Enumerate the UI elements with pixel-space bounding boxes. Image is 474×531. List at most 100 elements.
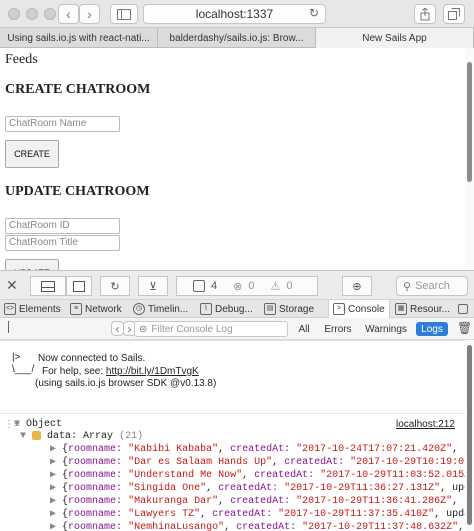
error-count: 0 (248, 280, 255, 292)
dock-button[interactable] (30, 276, 66, 296)
tab-console[interactable]: > Console (328, 300, 390, 318)
warning-icon: ⚠ (270, 280, 281, 293)
tab-storage[interactable]: ▤ Storage (264, 300, 314, 318)
array-item-row[interactable]: ▶ {roomname: "Singida One", createdAt: "… (50, 482, 474, 494)
network-icon: ≡ (70, 303, 82, 315)
sidebar-icon (117, 8, 131, 20)
tab-resources[interactable]: ▦ Resour... (395, 300, 450, 318)
create-chatroom-heading: CREATE CHATROOM (5, 82, 151, 97)
filter-logs[interactable]: Logs (416, 322, 448, 336)
disclosure-triangle-icon: ▶ (50, 496, 57, 507)
key-roomname: roomname: (68, 470, 123, 481)
share-button[interactable] (414, 4, 436, 24)
property-icon (32, 431, 42, 440)
sidebar-button[interactable] (110, 4, 138, 24)
page-title: Feeds (5, 52, 38, 67)
tab-label: Using sails.io.js with react-nati... (7, 32, 150, 44)
filter-icon: ⊜ (139, 323, 148, 335)
object-entry[interactable]: ▼ Object (14, 419, 62, 430)
console-filter-bar: ‹ › ⊜ Filter Console Log All Errors Warn… (0, 318, 474, 340)
console-output: |> \___/ Now connected to Sails. For hel… (0, 340, 474, 531)
browser-tab[interactable]: Using sails.io.js with react-nati... (0, 28, 158, 48)
browser-toolbar: ‹ › localhost:1337 ↻ (0, 0, 474, 28)
filter-errors[interactable]: Errors (322, 322, 354, 336)
array-item-row[interactable]: ▶ {roomname: "Understand Me Now", create… (50, 469, 474, 481)
tab-debugger[interactable]: ⌇ Debug... (200, 300, 253, 318)
crosshair-icon: ⊕ (352, 280, 362, 293)
createdat-value: "2017-10-29T11:37:35.410Z" (278, 509, 435, 520)
error-icon: ⊗ (233, 280, 243, 293)
address-bar[interactable]: localhost:1337 ↻ (143, 4, 326, 24)
source-link[interactable]: localhost:212 (396, 419, 455, 430)
search-input[interactable]: ⚲ Search (396, 276, 468, 296)
resources-icon: ▦ (395, 303, 407, 315)
filter-warnings[interactable]: Warnings (364, 322, 408, 336)
tab-label: Resour... (410, 303, 451, 315)
roomname-value: "Dar es Salaam Hands Up" (128, 457, 273, 468)
download-icon: ⊻ (148, 280, 158, 293)
chevron-right-icon: › (87, 6, 92, 22)
array-item-row[interactable]: ▶ {roomname: "Kabibi Kababa", createdAt:… (50, 443, 474, 455)
chatroom-id-input[interactable]: ChatRoom ID (5, 218, 120, 234)
roomname-value: "Lawyers TZ" (128, 509, 201, 520)
console-scrollbar-thumb[interactable] (467, 345, 472, 525)
close-window-button[interactable] (8, 8, 20, 20)
forward-button[interactable]: › (79, 4, 100, 24)
array-item-row[interactable]: ▶ {roomname: "Makuranga Dar", createdAt:… (50, 495, 474, 507)
key-createdat: createdAt: (230, 496, 291, 507)
activity-viewer[interactable]: 4 ⊗ 0 ⚠ 0 (176, 276, 318, 296)
create-button[interactable]: CREATE (5, 140, 59, 168)
disclosure-triangle-icon: ▶ (50, 509, 57, 520)
createdat-value: "2017-10-29T11:03:52.015Z" (320, 470, 474, 481)
back-button[interactable]: ‹ (58, 4, 79, 24)
tab-network[interactable]: ≡ Network (70, 300, 122, 318)
close-icon[interactable]: ✕ (6, 277, 18, 294)
page-scrollbar-thumb[interactable] (467, 62, 472, 182)
roomname-value: "NemhinaLusango" (128, 522, 225, 531)
key-createdat: createdAt: (284, 457, 345, 468)
reload-page-button[interactable]: ↻ (100, 276, 130, 296)
tab-timelines[interactable]: ◷ Timelin... (133, 300, 188, 318)
tab-elements[interactable]: <> Elements (4, 300, 61, 318)
split-console-icon[interactable] (458, 304, 468, 314)
chevron-left-icon: ‹ (66, 6, 71, 22)
key-createdat: createdAt: (212, 509, 273, 520)
help-link[interactable]: http://bit.ly/1DmTvgK (106, 366, 199, 377)
array-item-row[interactable]: ▶ {roomname: "Lawyers TZ", createdAt: "2… (50, 508, 474, 520)
filter-all[interactable]: All (294, 322, 314, 336)
browser-tab-active[interactable]: New Sails App (316, 28, 474, 48)
minimize-window-button[interactable] (26, 8, 38, 20)
trash-icon[interactable]: 🗑 (457, 321, 472, 335)
show-tabs-button[interactable] (443, 4, 465, 24)
sails-logo: |> \___/ (12, 352, 35, 375)
array-item-row[interactable]: ▶ {roomname: "NemhinaLusango", createdAt… (50, 521, 474, 531)
key-roomname: roomname: (68, 522, 123, 531)
connected-message: Now connected to Sails. (38, 353, 146, 364)
disclosure-triangle-icon: ▶ (50, 522, 57, 531)
download-button[interactable]: ⊻ (138, 276, 168, 296)
createdat-value: "2017-10-29T11:36:41.286Z" (296, 496, 453, 507)
element-picker-button[interactable]: ⊕ (342, 276, 372, 296)
browser-tab[interactable]: balderdashy/sails.io.js: Brow... (158, 28, 316, 48)
chatroom-title-input[interactable]: ChatRoom Title (5, 235, 120, 251)
sdk-message: (using sails.io.js browser SDK @v0.13.8) (35, 378, 217, 389)
array-item-row[interactable]: ▶ {roomname: "Dar es Salaam Hands Up", c… (50, 456, 474, 468)
filter-console-input[interactable]: ⊜ Filter Console Log (134, 321, 288, 337)
createdat-value: "2017-10-29T10:19:03.400 (350, 457, 474, 468)
detach-button[interactable] (66, 276, 92, 296)
tab-label: Console (348, 303, 385, 315)
url-text: localhost:1337 (195, 7, 274, 21)
chatroom-name-input[interactable]: ChatRoom Name (5, 116, 120, 132)
reload-icon[interactable]: ↻ (309, 6, 319, 20)
data-label: data: Array (47, 431, 114, 443)
console-prompt-icon (8, 321, 15, 333)
update-button[interactable]: UPDATE (5, 259, 59, 270)
data-count: (21) (119, 431, 144, 443)
filter-placeholder: Filter Console Log (151, 323, 233, 335)
share-icon (420, 7, 430, 20)
key-createdat: createdAt: (236, 522, 297, 531)
data-array-entry[interactable]: ▼ data: Array (21) (20, 431, 143, 442)
zoom-window-button[interactable] (44, 8, 56, 20)
warning-count: 0 (286, 280, 293, 292)
disclosure-triangle-icon: ▶ (50, 444, 57, 455)
